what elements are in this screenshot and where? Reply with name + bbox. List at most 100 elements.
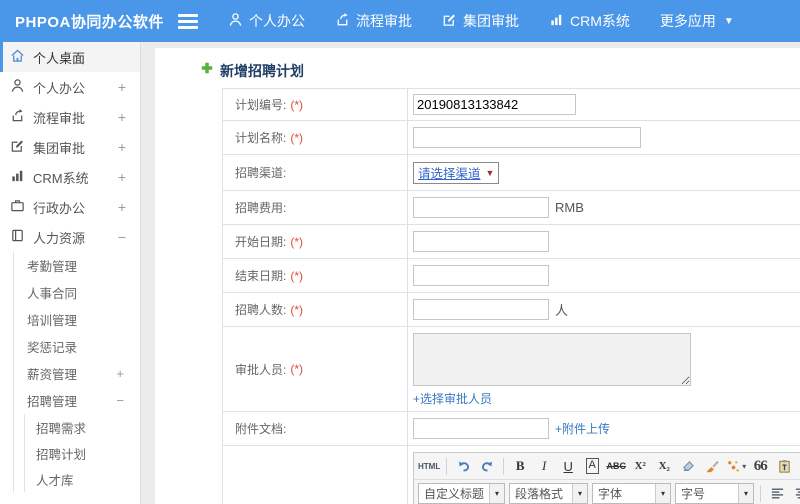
sidebar-item-label: CRM系统 — [33, 170, 89, 186]
editor-row-label — [223, 446, 408, 504]
topmenu-label: CRM系统 — [570, 13, 630, 29]
expand-plus-icon[interactable]: + — [118, 79, 126, 95]
topmenu-more-apps[interactable]: 更多应用 ▼ — [660, 11, 734, 31]
sidebar-subitem-rewards[interactable]: 奖惩记录 — [14, 333, 140, 360]
clean-brush-icon[interactable] — [702, 456, 722, 476]
notebook-icon — [10, 228, 25, 246]
format-painter-icon[interactable]: ▾ — [726, 456, 746, 476]
subitem-label: 培训管理 — [27, 314, 78, 328]
toolbar-separator — [446, 457, 448, 475]
expand-plus-icon[interactable]: + — [118, 139, 126, 155]
fee-input[interactable] — [413, 197, 549, 218]
undo-icon[interactable] — [453, 456, 473, 476]
recruit-plan-form: 计划编号: (*) 计划名称: (*) 招聘渠道: — [222, 88, 800, 504]
topmenu-group-approval[interactable]: 集团审批 — [442, 11, 519, 31]
bold-button[interactable]: B — [510, 456, 530, 476]
form-row-headcount: 招聘人数: (*) 人 — [223, 293, 800, 327]
paste-clipboard-icon[interactable] — [774, 456, 794, 476]
user-icon — [10, 78, 25, 96]
select-approvers-link[interactable]: +选择审批人员 — [413, 390, 691, 407]
attachment-upload-link[interactable]: +附件上传 — [555, 420, 610, 437]
italic-button[interactable]: I — [534, 456, 554, 476]
hr-submenu: 考勤管理 人事合同 培训管理 奖惩记录 薪资管理 + 招聘管理 − 招聘需求 招聘计… — [13, 252, 140, 492]
sidebar-subitem-talent-pool[interactable]: 人才库 — [25, 466, 140, 492]
subscript-button[interactable]: X₂ — [654, 456, 674, 476]
subitem-label: 招聘计划 — [36, 447, 87, 462]
redo-icon[interactable] — [477, 456, 497, 476]
collapse-minus-icon[interactable]: − — [116, 393, 124, 408]
font-size-select[interactable]: 字号 ▾ — [675, 482, 754, 504]
main-content: 新增招聘计划 计划编号: (*) 计划名称: (*) — [155, 48, 800, 504]
sidebar-subitem-salary[interactable]: 薪资管理 + — [14, 360, 140, 387]
subitem-label: 薪资管理 — [27, 368, 78, 382]
inline-style-button[interactable]: A — [585, 458, 599, 474]
channel-select[interactable]: 请选择渠道 ▼ — [413, 161, 500, 184]
headcount-unit: 人 — [555, 303, 569, 318]
sidebar-item-admin-office[interactable]: 行政办公 + — [0, 192, 140, 222]
topmenu-workflow-approval[interactable]: 流程审批 — [335, 11, 412, 31]
page-body: 个人桌面 个人办公 + 流程审批 + 集团审批 + CRM系统 + 行政办公 + — [0, 42, 800, 504]
sidebar-item-personal-desktop[interactable]: 个人桌面 — [0, 42, 140, 72]
form-row-end-date: 结束日期: (*) — [223, 259, 800, 293]
expand-plus-icon[interactable]: + — [118, 199, 126, 215]
expand-plus-icon[interactable]: + — [118, 109, 126, 125]
sidebar-subitem-recruit-demand[interactable]: 招聘需求 — [25, 414, 140, 440]
required-mark: (*) — [290, 130, 304, 145]
recruitment-submenu: 招聘需求 招聘计划 人才库 — [24, 414, 140, 492]
sidebar-subitem-recruit-plan[interactable]: 招聘计划 — [25, 440, 140, 466]
form-row-editor: HTML B I U A ABC X² X₂ ▾ 66 自定义标题 ▾ 段落格式… — [223, 446, 800, 504]
html-source-button[interactable]: HTML — [418, 456, 440, 476]
top-menu: 个人办公 流程审批 集团审批 CRM系统 更多应用 ▼ — [228, 11, 734, 31]
home-icon — [10, 48, 25, 66]
topmenu-label: 集团审批 — [463, 13, 519, 29]
topmenu-label: 更多应用 — [659, 13, 716, 29]
required-mark: (*) — [290, 302, 304, 317]
strikethrough-button[interactable]: ABC — [606, 456, 626, 476]
superscript-button[interactable]: X² — [630, 456, 650, 476]
underline-button[interactable]: U — [558, 456, 578, 476]
blockquote-button[interactable]: 66 — [750, 456, 770, 476]
sidebar-item-workflow-approval[interactable]: 流程审批 + — [0, 102, 140, 132]
fee-label: 招聘费用: — [223, 191, 408, 224]
plan-name-input[interactable] — [413, 127, 641, 148]
approvers-label: 审批人员: (*) — [223, 327, 408, 411]
editor-toolbar-row2: 自定义标题 ▾ 段落格式 ▾ 字体 ▾ 字号 ▾ — [414, 480, 800, 504]
expand-plus-icon[interactable]: + — [118, 169, 126, 185]
remove-format-eraser-icon[interactable] — [678, 456, 698, 476]
subitem-label: 奖惩记录 — [27, 341, 78, 355]
end-date-input[interactable] — [413, 265, 549, 286]
font-family-select[interactable]: 字体 ▾ — [592, 482, 671, 504]
align-center-icon[interactable] — [791, 483, 800, 503]
align-left-icon[interactable] — [767, 483, 787, 503]
plan-no-input[interactable] — [413, 94, 576, 115]
form-row-plan-no: 计划编号: (*) — [223, 89, 800, 121]
required-mark: (*) — [290, 97, 304, 112]
sidebar-item-crm-system[interactable]: CRM系统 + — [0, 162, 140, 192]
edit-square-icon — [442, 12, 457, 30]
sidebar-subitem-training[interactable]: 培训管理 — [14, 306, 140, 333]
collapse-minus-icon[interactable]: − — [118, 229, 126, 245]
hamburger-menu-icon[interactable] — [178, 13, 198, 29]
sidebar-item-label: 个人办公 — [33, 80, 86, 96]
sidebar-subitem-attendance[interactable]: 考勤管理 — [14, 252, 140, 279]
form-row-attachment: 附件文档: +附件上传 — [223, 412, 800, 446]
channel-select-value: 请选择渠道 — [418, 167, 481, 181]
sidebar-item-human-resources[interactable]: 人力资源 − — [0, 222, 140, 252]
bar-chart-icon — [549, 12, 564, 30]
sidebar: 个人桌面 个人办公 + 流程审批 + 集团审批 + CRM系统 + 行政办公 + — [0, 42, 141, 504]
approvers-textarea[interactable] — [413, 333, 691, 386]
topmenu-personal-office[interactable]: 个人办公 — [228, 11, 305, 31]
custom-heading-select[interactable]: 自定义标题 ▾ — [418, 482, 505, 504]
topmenu-crm-system[interactable]: CRM系统 — [549, 11, 630, 31]
sidebar-subitem-recruitment[interactable]: 招聘管理 − — [14, 387, 140, 414]
sidebar-item-group-approval[interactable]: 集团审批 + — [0, 132, 140, 162]
subitem-label: 招聘需求 — [36, 421, 87, 436]
attachment-input[interactable] — [413, 418, 549, 439]
sidebar-item-personal-office[interactable]: 个人办公 + — [0, 72, 140, 102]
sidebar-item-label: 行政办公 — [33, 200, 86, 216]
paragraph-format-select[interactable]: 段落格式 ▾ — [509, 482, 588, 504]
sidebar-subitem-hr-contract[interactable]: 人事合同 — [14, 279, 140, 306]
expand-plus-icon[interactable]: + — [116, 366, 124, 381]
start-date-input[interactable] — [413, 231, 549, 252]
headcount-input[interactable] — [413, 299, 549, 320]
